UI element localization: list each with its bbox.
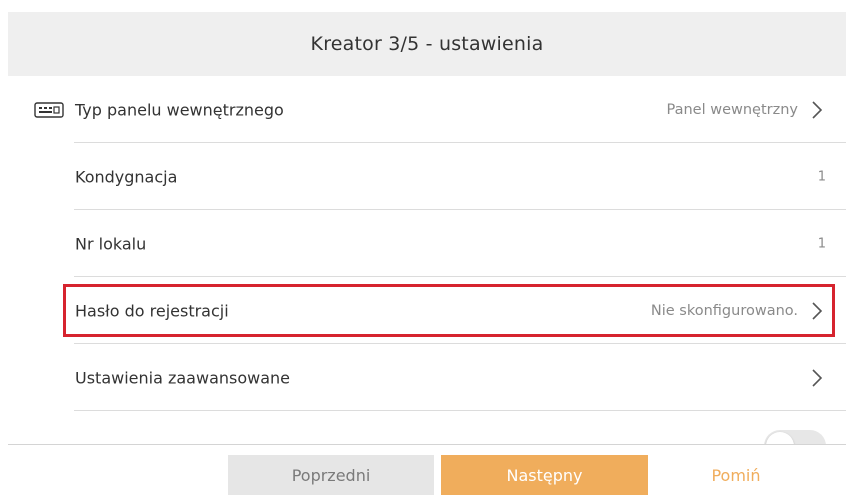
previous-button[interactable]: Poprzedni xyxy=(228,455,434,495)
row-label: Ustawienia zaawansowane xyxy=(75,368,291,387)
row-value: 1 xyxy=(817,236,826,251)
skip-button[interactable]: Pomiń xyxy=(661,455,811,495)
row-label: Hasło do rejestracji xyxy=(75,301,229,320)
row-label: Nr lokalu xyxy=(75,234,147,253)
wizard-screen: Kreator 3/5 - ustawienia Typ panelu wewn… xyxy=(0,0,846,503)
chevron-right-icon xyxy=(812,368,823,387)
row-value: Panel wewnętrzny xyxy=(666,101,798,118)
next-button[interactable]: Następny xyxy=(441,455,648,495)
header-bar: Kreator 3/5 - ustawienia xyxy=(8,12,846,76)
page-title: Kreator 3/5 - ustawienia xyxy=(310,33,544,55)
chevron-right-icon xyxy=(812,301,823,320)
settings-row-registration-password[interactable]: Hasło do rejestracji Nie skonfigurowano. xyxy=(8,277,846,344)
chevron-right-icon xyxy=(812,100,823,119)
keyboard-icon xyxy=(34,101,64,118)
row-label: Typ panelu wewnętrznego xyxy=(75,100,284,119)
settings-row-advanced[interactable]: Ustawienia zaawansowane xyxy=(8,344,846,411)
settings-row-panel-type[interactable]: Typ panelu wewnętrznego Panel wewnętrzny xyxy=(8,76,846,143)
footer-bar: Poprzedni Następny Pomiń xyxy=(8,444,846,503)
divider xyxy=(74,410,846,411)
settings-row-floor[interactable]: Kondygnacja 1 xyxy=(8,143,846,210)
settings-row-apartment[interactable]: Nr lokalu 1 xyxy=(8,210,846,277)
row-value: 1 xyxy=(817,169,826,184)
row-label: Kondygnacja xyxy=(75,167,178,186)
row-value: Nie skonfigurowano. xyxy=(650,302,798,319)
